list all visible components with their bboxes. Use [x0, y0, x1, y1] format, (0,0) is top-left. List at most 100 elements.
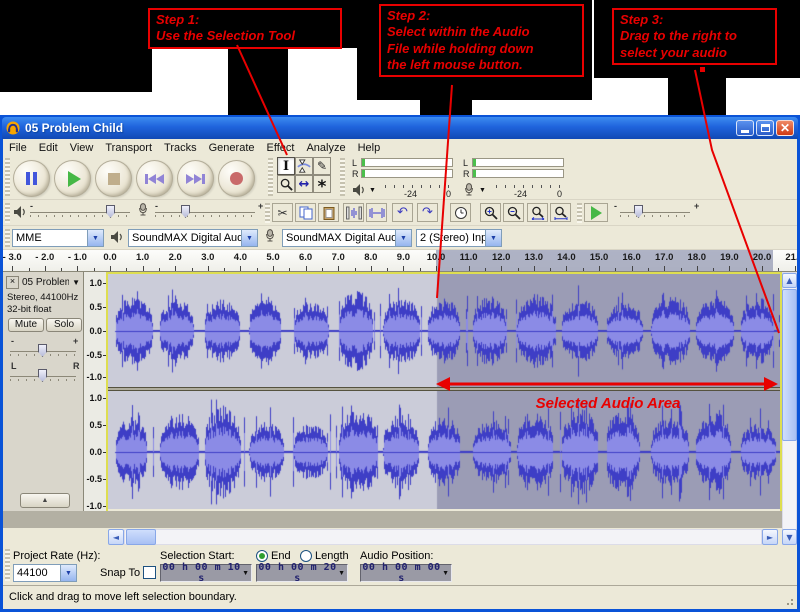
menu-item-effect[interactable]: Effect [261, 141, 301, 155]
track-collapse-button[interactable]: ▲ [20, 493, 70, 508]
transcription-grabber[interactable] [577, 203, 582, 223]
time-stepper-icon[interactable]: ▼ [242, 570, 251, 577]
toolbar-grabber[interactable] [5, 158, 10, 196]
track-pan-slider[interactable] [10, 369, 76, 383]
audio-position-field[interactable]: 00 h 00 m 00 s ▼ [360, 564, 452, 582]
fit-selection-button[interactable] [527, 203, 548, 222]
audio-host-select[interactable]: MME▼ [12, 229, 104, 247]
horizontal-scroll-thumb[interactable] [126, 529, 156, 545]
menu-item-help[interactable]: Help [352, 141, 387, 155]
menu-item-tracks[interactable]: Tracks [158, 141, 203, 155]
edit-grabber[interactable] [265, 203, 270, 223]
paste-button[interactable] [318, 203, 339, 222]
record-button[interactable] [218, 160, 255, 197]
selection-end-field[interactable]: 00 h 00 m 20 s ▼ [256, 564, 348, 582]
playback-device-select[interactable]: SoundMAX Digital Audio▼ [128, 229, 258, 247]
time-shift-tool-button[interactable]: ↔ [295, 175, 313, 193]
menu-item-transport[interactable]: Transport [99, 141, 158, 155]
playback-speed-slider[interactable] [620, 205, 690, 219]
fit-project-button[interactable] [550, 203, 571, 222]
dropdown-arrow-icon[interactable]: ▼ [241, 230, 257, 246]
zoom-in-button[interactable] [480, 203, 501, 222]
zoom-tool-button[interactable] [277, 175, 295, 193]
scissors-icon: ✂ [277, 206, 287, 220]
device-grabber[interactable] [5, 229, 10, 247]
recording-channels-select[interactable]: 2 (Stereo) Inp▼ [416, 229, 502, 247]
resize-grip-icon[interactable] [791, 599, 793, 601]
envelope-tool-button[interactable] [295, 157, 313, 175]
record-meter-left-bar[interactable] [472, 158, 564, 167]
selection-start-field[interactable]: 00 h 00 m 10 s ▼ [160, 564, 252, 582]
copy-button[interactable] [295, 203, 316, 222]
playback-meter-right-bar[interactable] [361, 169, 453, 178]
resize-grip-icon[interactable] [787, 603, 789, 605]
track-close-icon[interactable]: × [6, 276, 19, 289]
snap-to-checkbox[interactable] [143, 566, 156, 579]
menu-item-view[interactable]: View [64, 141, 100, 155]
selection-bar-grabber[interactable] [5, 549, 10, 581]
play-at-speed-icon [591, 206, 602, 220]
record-meter-right-bar[interactable] [472, 169, 564, 178]
scroll-left-icon[interactable]: ◄ [108, 529, 124, 545]
dropdown-arrow-icon[interactable]: ▼ [60, 565, 76, 581]
vertical-scroll-thumb[interactable] [782, 289, 797, 441]
close-button[interactable]: ✕ [776, 120, 794, 136]
time-stepper-icon[interactable]: ▼ [442, 570, 451, 577]
selection-tool-button[interactable]: I [277, 157, 295, 175]
timeline-ruler[interactable]: - 3.0- 2.0- 1.00.01.02.03.04.05.06.07.08… [3, 250, 797, 272]
project-rate-label: Project Rate (Hz): [13, 550, 100, 562]
meter-dropdown-icon[interactable]: ▼ [479, 187, 486, 194]
solo-button[interactable]: Solo [46, 318, 82, 332]
scroll-down-icon[interactable]: ▼ [782, 529, 797, 545]
undo-button[interactable]: ↶ [392, 203, 413, 222]
track-gain-slider[interactable] [10, 344, 76, 358]
mute-button[interactable]: Mute [8, 318, 44, 332]
skip-to-end-button[interactable] [177, 160, 214, 197]
multi-tool-button[interactable]: * [313, 175, 331, 193]
project-rate-select[interactable]: 44100▼ [13, 564, 77, 582]
play-button[interactable] [54, 160, 91, 197]
meter-dropdown-icon[interactable]: ▼ [369, 187, 376, 194]
scroll-up-icon[interactable]: ▲ [782, 273, 797, 288]
skip-to-start-button[interactable] [136, 160, 173, 197]
mixer-grabber[interactable] [5, 203, 10, 223]
minimize-button[interactable] [736, 120, 754, 136]
dropdown-arrow-icon[interactable]: ▼ [395, 230, 411, 246]
menu-item-file[interactable]: File [3, 141, 33, 155]
dropdown-arrow-icon[interactable]: ▼ [87, 230, 103, 246]
dropdown-arrow-icon[interactable]: ▼ [485, 230, 501, 246]
horizontal-scrollbar[interactable] [124, 529, 762, 545]
pause-button[interactable] [13, 160, 50, 197]
trim-audio-button[interactable] [343, 203, 364, 222]
menu-item-analyze[interactable]: Analyze [300, 141, 351, 155]
scroll-right-icon[interactable]: ► [762, 529, 778, 545]
callout-step2-title: Step 2: [387, 8, 576, 24]
play-at-speed-button[interactable] [584, 203, 608, 222]
sync-lock-button[interactable] [450, 203, 471, 222]
time-stepper-icon[interactable]: ▼ [338, 570, 347, 577]
track-menu-arrow-icon[interactable]: ▼ [72, 278, 80, 287]
title-bar[interactable]: 05 Problem Child ✕ [2, 117, 798, 139]
microphone-icon [463, 183, 475, 197]
length-radio[interactable] [300, 550, 312, 562]
resize-grip-icon[interactable] [791, 603, 793, 605]
tools-grabber[interactable] [268, 158, 273, 196]
draw-tool-button[interactable]: ✎ [313, 157, 331, 175]
amplitude-label: 0.5 [89, 420, 102, 430]
zoom-out-button[interactable] [503, 203, 524, 222]
stop-button[interactable] [95, 160, 132, 197]
end-radio[interactable] [256, 550, 268, 562]
playback-meter-left-bar[interactable] [361, 158, 453, 167]
recording-device-select[interactable]: SoundMAX Digital Audio▼ [282, 229, 412, 247]
cut-button[interactable]: ✂ [272, 203, 293, 222]
menu-item-generate[interactable]: Generate [203, 141, 261, 155]
meter-grabber[interactable] [340, 158, 345, 196]
selection-end-value: 00 h 00 m 20 s [257, 562, 338, 584]
track-title[interactable]: 05 Problem [22, 277, 69, 288]
input-volume-slider[interactable] [155, 205, 255, 219]
silence-audio-button[interactable] [366, 203, 387, 222]
output-volume-slider[interactable] [30, 205, 130, 219]
maximize-button[interactable] [756, 120, 774, 136]
redo-button[interactable]: ↷ [417, 203, 438, 222]
menu-item-edit[interactable]: Edit [33, 141, 64, 155]
